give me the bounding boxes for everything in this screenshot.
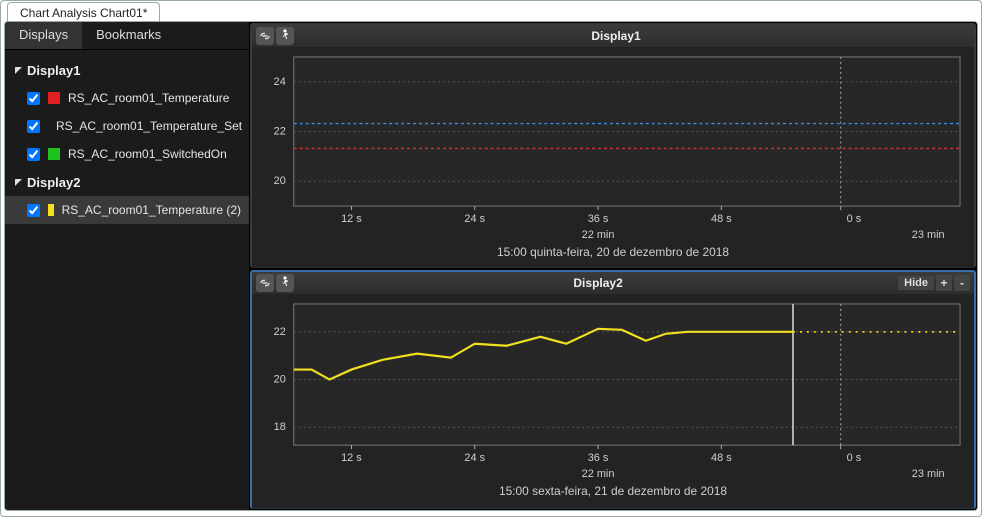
series-label: RS_AC_room01_Temperature (2) [62,203,241,217]
svg-text:36 s: 36 s [588,452,609,464]
tree-group-display2[interactable]: Display2 [5,168,249,196]
tree-item[interactable]: RS_AC_room01_Temperature (2) [5,196,249,224]
caret-icon [13,177,23,187]
tree-item[interactable]: RS_AC_room01_Temperature [5,84,249,112]
svg-text:22: 22 [274,326,286,338]
svg-text:24 s: 24 s [464,452,485,464]
link-icon[interactable] [256,27,274,45]
svg-text:12 s: 12 s [341,452,362,464]
tree-item[interactable]: RS_AC_room01_Temperature_Set [5,112,249,140]
svg-text:24 s: 24 s [464,213,485,225]
tab-bookmarks[interactable]: Bookmarks [82,22,175,49]
svg-text:23 min: 23 min [912,468,945,480]
chart-toolbar [252,274,298,292]
document-tab-strip: Chart Analysis Chart01* [1,1,981,21]
walk-icon[interactable] [276,27,294,45]
series-label: RS_AC_room01_Temperature [68,91,229,105]
chart-plot-area[interactable]: Updating... 22.0355 [252,294,974,507]
series-checkbox[interactable] [27,148,40,161]
svg-text:22: 22 [274,126,286,138]
tree-group-display1[interactable]: Display1 [5,56,249,84]
hide-button[interactable]: Hide [898,276,934,290]
svg-text:22 min: 22 min [582,468,615,480]
svg-text:48 s: 48 s [711,452,732,464]
svg-text:23 min: 23 min [912,229,945,241]
tab-displays[interactable]: Displays [5,22,82,49]
color-swatch [48,92,60,104]
svg-text:0 s: 0 s [847,452,862,464]
sidebar-tabs: Displays Bookmarks [5,22,249,50]
svg-text:15:00 quinta-feira, 20 de deze: 15:00 quinta-feira, 20 de dezembro de 20… [497,245,729,259]
chart-plot-area[interactable]: 24 22 20 12 s 24 s 36 s 48 s [252,47,974,266]
svg-text:20: 20 [274,374,286,386]
chart-header: Display2 Hide + - [252,272,974,294]
series-label: RS_AC_room01_Temperature_Set [56,119,242,133]
tree-item[interactable]: RS_AC_room01_SwitchedOn [5,140,249,168]
chart-panel-display2[interactable]: Display2 Hide + - Updating... 22.0355 [250,270,976,509]
caret-icon [13,65,23,75]
svg-text:24: 24 [274,76,286,88]
series-checkbox[interactable] [27,120,40,133]
zoom-in-button[interactable]: + [936,275,952,291]
svg-text:22 min: 22 min [582,229,615,241]
sidebar: Displays Bookmarks Display1 RS_AC_room01_… [5,22,249,510]
svg-text:18: 18 [274,421,286,433]
app-window: Chart Analysis Chart01* Displays Bookmar… [0,0,982,517]
svg-text:12 s: 12 s [341,213,362,225]
chart-panel-display1[interactable]: Display1 [250,23,976,268]
tree-group-label: Display2 [27,175,80,190]
tree-group-label: Display1 [27,63,80,78]
svg-text:48 s: 48 s [711,213,732,225]
series-tree: Display1 RS_AC_room01_Temperature RS_AC_ro… [5,50,249,224]
chart-title: Display2 [298,276,898,290]
chart-header: Display1 [252,25,974,47]
svg-text:15:00 sexta-feira, 21 de dezem: 15:00 sexta-feira, 21 de dezembro de 201… [499,484,727,498]
charts-area: Display1 [249,22,977,510]
chart-title: Display1 [298,29,934,43]
svg-text:20: 20 [274,175,286,187]
color-swatch [48,204,54,216]
svg-text:36 s: 36 s [588,213,609,225]
series-checkbox[interactable] [27,204,40,217]
svg-text:0 s: 0 s [847,213,862,225]
link-icon[interactable] [256,274,274,292]
zoom-out-button[interactable]: - [954,275,970,291]
content-area: Displays Bookmarks Display1 RS_AC_room01_… [4,21,978,511]
color-swatch [48,148,60,160]
series-checkbox[interactable] [27,92,40,105]
series-label: RS_AC_room01_SwitchedOn [68,147,227,161]
document-tab[interactable]: Chart Analysis Chart01* [7,2,160,22]
chart-toolbar [252,27,298,45]
walk-icon[interactable] [276,274,294,292]
